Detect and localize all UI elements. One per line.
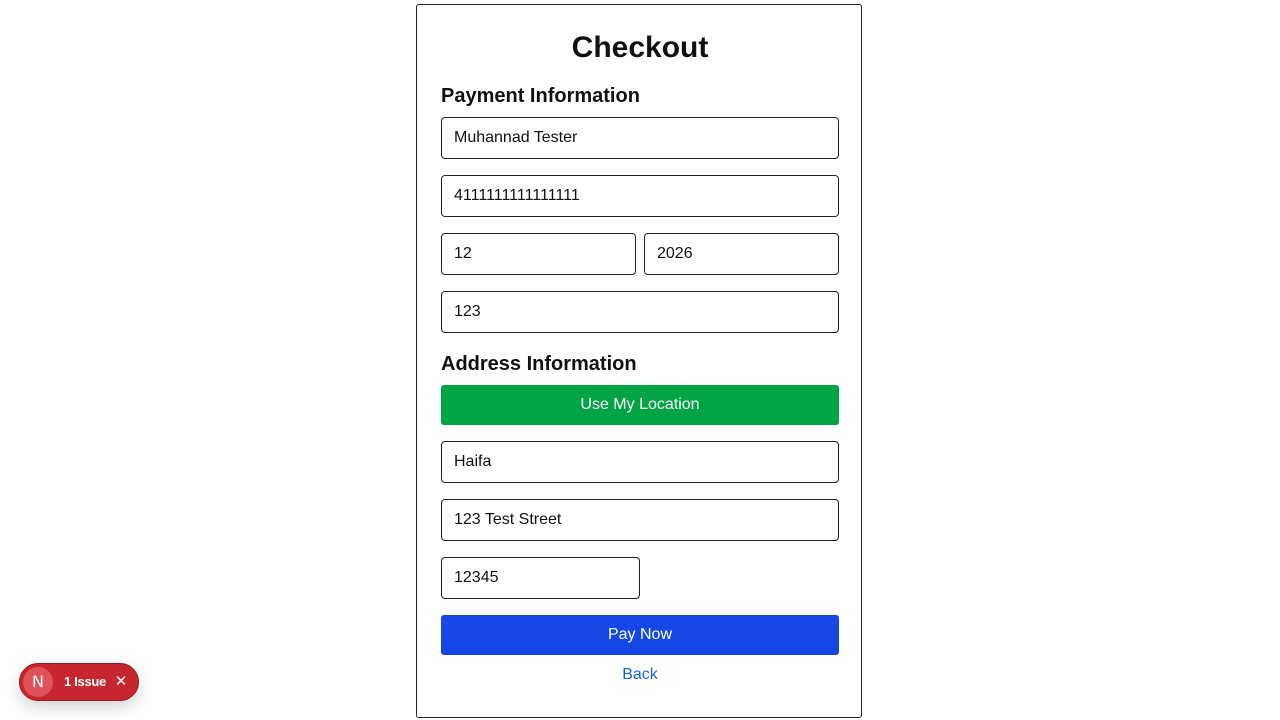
card-number-input[interactable] bbox=[441, 175, 839, 217]
page-title: Checkout bbox=[571, 31, 709, 64]
close-icon[interactable]: ✕ bbox=[113, 664, 129, 700]
back-link[interactable]: Back bbox=[417, 665, 863, 685]
address-section-title: Address Information bbox=[441, 353, 637, 375]
pay-now-button[interactable]: Pay Now bbox=[441, 615, 839, 655]
payment-section-title: Payment Information bbox=[441, 85, 640, 107]
expiry-month-input[interactable] bbox=[441, 233, 636, 275]
city-input[interactable] bbox=[441, 441, 839, 483]
cvv-input[interactable] bbox=[441, 291, 839, 333]
nextjs-logo-icon: N bbox=[23, 667, 53, 697]
use-my-location-button[interactable]: Use My Location bbox=[441, 385, 839, 425]
expiry-year-input[interactable] bbox=[644, 233, 839, 275]
dev-issues-badge[interactable]: N 1 Issue ✕ bbox=[19, 663, 139, 701]
zip-code-input[interactable] bbox=[441, 557, 640, 599]
cardholder-name-input[interactable] bbox=[441, 117, 839, 159]
checkout-card: Checkout Payment Information Address Inf… bbox=[416, 4, 862, 718]
issues-count-label: 1 Issue bbox=[64, 674, 106, 689]
street-input[interactable] bbox=[441, 499, 839, 541]
